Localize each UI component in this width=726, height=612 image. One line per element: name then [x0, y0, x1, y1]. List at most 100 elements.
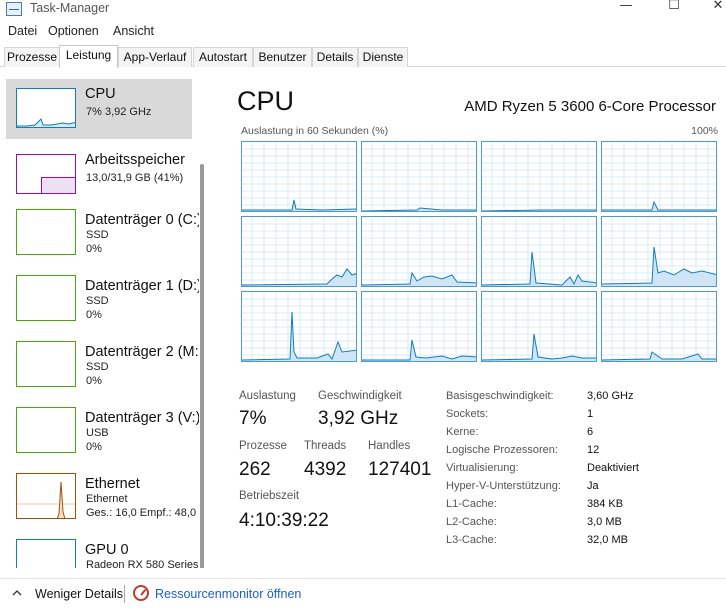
core-graph [601, 291, 717, 362]
window-title: Task-Manager [30, 1, 110, 15]
tab-app-verlauf[interactable]: App-Verlauf [118, 47, 192, 67]
betriebszeit-value: 4:10:39:22 [239, 510, 329, 531]
sidebar-item-detail: 7% 3,92 GHz [86, 106, 152, 118]
tab-bar: Prozesse Leistung App-Verlauf Autostart … [0, 45, 726, 68]
info-value: Deaktiviert [587, 462, 639, 474]
minimize-button[interactable]: — [616, 0, 636, 14]
menu-ansicht[interactable]: Ansicht [113, 24, 154, 38]
sidebar-item-disk-0[interactable]: Datenträger 0 (C:) SSD 0% [6, 205, 199, 265]
cpu-core-graphs [241, 141, 721, 366]
sidebar-item-detail: 0% [86, 441, 102, 453]
info-value: 6 [587, 426, 594, 438]
sidebar-item-label: Datenträger 0 (C:) [85, 212, 199, 228]
betriebszeit-label: Betriebszeit [239, 490, 300, 502]
cpu-detail-panel: CPU AMD Ryzen 5 3600 6-Core Processor Au… [225, 68, 726, 568]
sidebar-item-detail: 13,0/31,9 GB (41%) [86, 172, 184, 184]
handles-label: Handles [368, 440, 411, 452]
sidebar-item-disk-3[interactable]: Datenträger 3 (V:) USB 0% [6, 403, 199, 463]
tab-prozesse[interactable]: Prozesse [4, 47, 60, 67]
resource-monitor-link[interactable]: Ressourcenmonitor öffnen [155, 587, 301, 601]
page-title: CPU [237, 86, 295, 116]
resource-monitor-icon[interactable] [133, 585, 149, 601]
tab-leistung[interactable]: Leistung [59, 45, 118, 68]
maximize-button[interactable]: ☐ [664, 0, 684, 14]
info-label: Sockets: [446, 408, 489, 420]
info-value: 32,0 MB [587, 534, 628, 546]
sidebar-item-detail: Ges.: 16,0 Empf.: 48,0 KBit/s [86, 507, 198, 519]
geschwindigkeit-value: 3,92 GHz [318, 408, 399, 429]
sidebar-item-disk-2[interactable]: Datenträger 2 (M:) SSD 0% [6, 337, 199, 397]
core-graph-svg [602, 142, 716, 211]
prozesse-label: Prozesse [239, 440, 287, 452]
info-value: 1 [587, 408, 594, 420]
menu-datei[interactable]: Datei [8, 24, 37, 38]
resource-sidebar: CPU 7% 3,92 GHz Arbeitsspeicher 13,0/31,… [0, 68, 210, 568]
close-button[interactable]: ✕ [708, 0, 726, 14]
tab-dienste[interactable]: Dienste [358, 47, 408, 67]
sidebar-item-disk-1[interactable]: Datenträger 1 (D:) SSD 0% [6, 271, 199, 331]
memory-fill [41, 177, 75, 193]
sidebar-item-label: Datenträger 3 (V:) [85, 410, 199, 426]
task-manager-icon [6, 2, 22, 16]
prozesse-value: 262 [239, 459, 271, 480]
threads-value: 4392 [304, 459, 347, 480]
sidebar-item-label: CPU [85, 86, 116, 102]
geschwindigkeit-label: Geschwindigkeit [318, 390, 402, 402]
sidebar-item-label: Arbeitsspeicher [85, 152, 185, 168]
core-graph-svg [242, 292, 356, 361]
tab-benutzer[interactable]: Benutzer [253, 47, 312, 67]
core-graph [361, 216, 477, 287]
sidebar-item-label: GPU 0 [85, 542, 129, 558]
ethernet-thumbnail-graph [17, 481, 75, 518]
info-label: L3-Cache: [446, 534, 497, 546]
tab-details[interactable]: Details [312, 47, 358, 67]
disk-0-thumbnail [16, 209, 76, 255]
sidebar-item-label: Datenträger 1 (D:) [85, 278, 199, 294]
info-value: 3,60 GHz [587, 390, 634, 402]
core-graph-svg [362, 292, 476, 361]
menu-optionen[interactable]: Optionen [48, 24, 99, 38]
fewer-details-button[interactable]: Weniger Details [35, 587, 123, 601]
core-graph [601, 216, 717, 287]
sidebar-item-type: SSD [86, 361, 109, 373]
info-label: L1-Cache: [446, 498, 497, 510]
sidebar-item-memory[interactable]: Arbeitsspeicher 13,0/31,9 GB (41%) [6, 145, 192, 205]
info-value: 3,0 MB [587, 516, 622, 528]
core-graph [481, 216, 597, 287]
memory-thumbnail [16, 154, 76, 194]
sidebar-item-detail: 0% [86, 375, 102, 387]
sidebar-item-detail: 0% [86, 309, 102, 321]
info-label: Hyper-V-Unterstützung: [446, 480, 561, 492]
processor-name: AMD Ryzen 5 3600 6-Core Processor [464, 98, 716, 115]
info-label: Virtualisierung: [446, 462, 519, 474]
auslastung-label: Auslastung [239, 390, 296, 402]
core-graph [601, 141, 717, 212]
utilization-max-label: 100% [691, 125, 718, 137]
core-graph-svg [242, 217, 356, 286]
separator [124, 585, 125, 603]
core-graph-svg [362, 142, 476, 211]
ethernet-thumbnail [16, 473, 76, 519]
sidebar-scrollbar[interactable] [200, 164, 204, 568]
sidebar-item-type: USB [86, 427, 109, 439]
sidebar-item-gpu[interactable]: GPU 0 Radeon RX 580 Series [6, 535, 198, 568]
sidebar-item-ethernet[interactable]: Ethernet Ethernet Ges.: 16,0 Empf.: 48,0… [6, 469, 198, 529]
info-label: Kerne: [446, 426, 479, 438]
chevron-up-icon[interactable] [12, 588, 22, 598]
info-label: L2-Cache: [446, 516, 497, 528]
core-graph [481, 291, 597, 362]
core-graph [361, 141, 477, 212]
core-graph [361, 291, 477, 362]
gpu-thumbnail [16, 539, 76, 568]
sidebar-item-type: SSD [86, 229, 109, 241]
sidebar-item-label: Ethernet [85, 476, 140, 492]
sidebar-item-cpu[interactable]: CPU 7% 3,92 GHz [6, 79, 192, 139]
cpu-thumbnail [16, 88, 76, 128]
cpu-thumbnail-graph [17, 118, 75, 127]
threads-label: Threads [304, 440, 347, 452]
core-graph-svg [482, 142, 596, 211]
tab-autostart[interactable]: Autostart [193, 47, 253, 67]
handles-value: 127401 [368, 459, 432, 480]
utilization-label: Auslastung in 60 Sekunden (%) [241, 125, 389, 137]
auslastung-value: 7% [239, 408, 267, 429]
